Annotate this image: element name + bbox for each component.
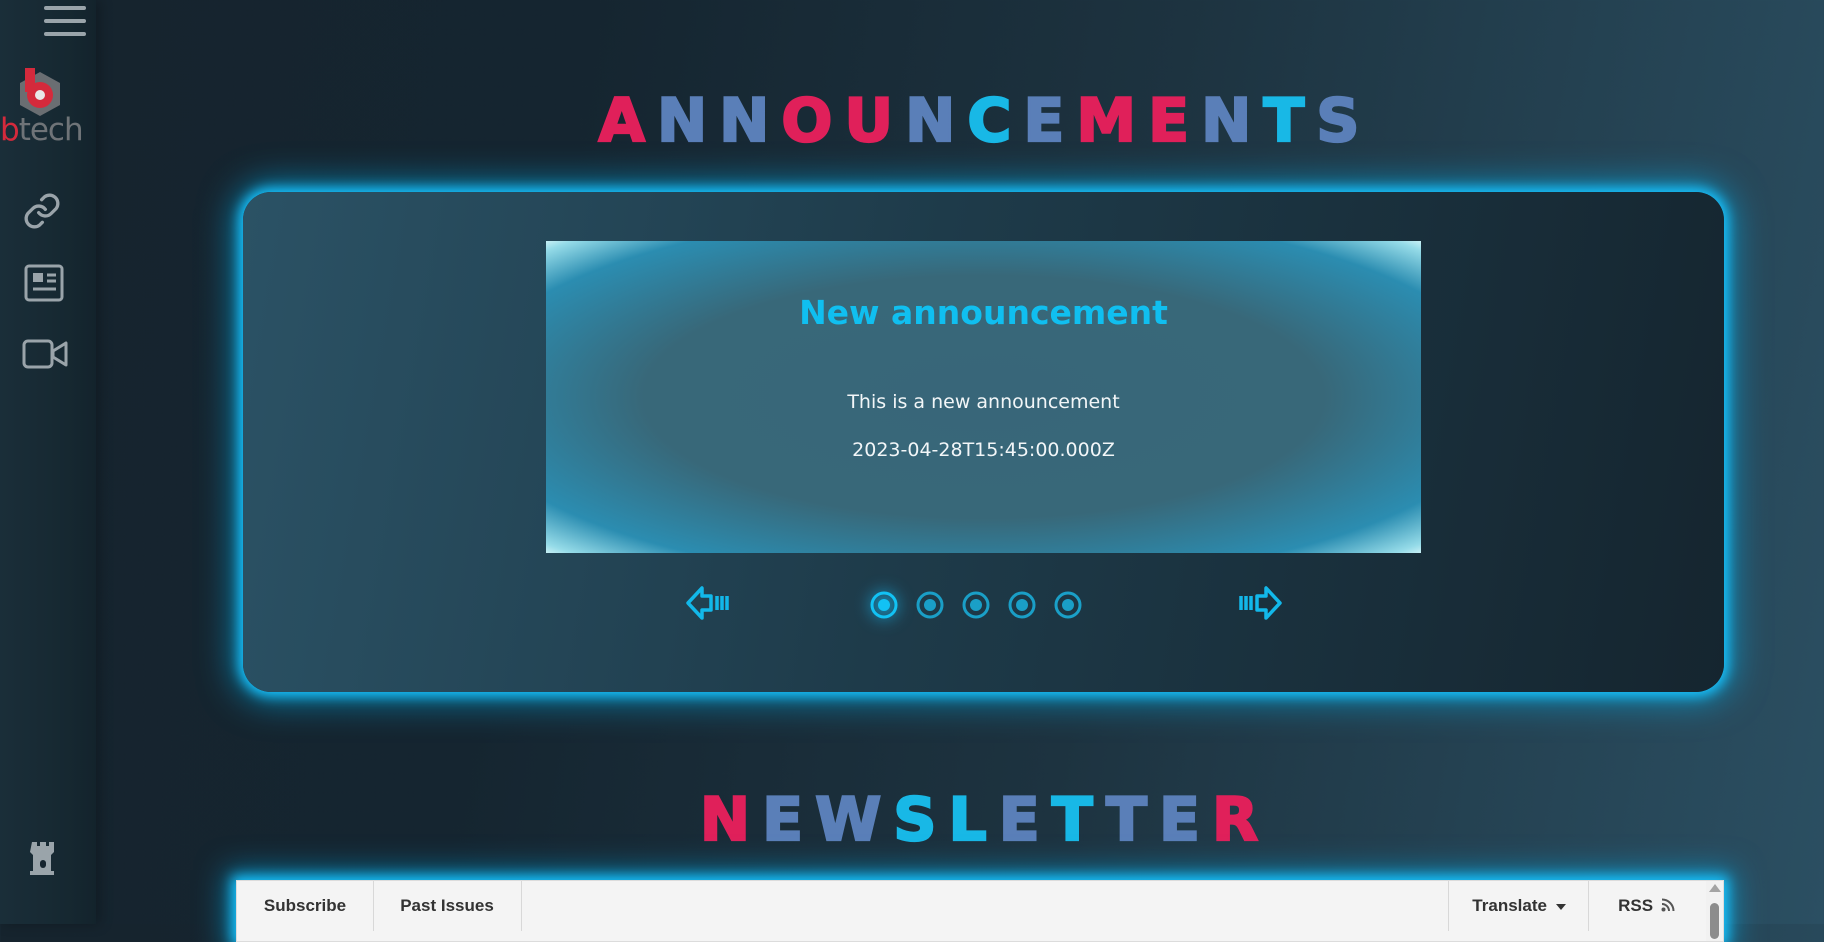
title-letter: N — [699, 784, 763, 856]
title-letter: O — [780, 85, 845, 157]
title-letter: N — [1200, 85, 1264, 157]
carousel-dot[interactable] — [915, 590, 945, 620]
carousel-dot[interactable] — [961, 590, 991, 620]
title-letter: N — [656, 85, 720, 157]
announcement-body: This is a new announcement — [847, 391, 1120, 413]
title-letter: W — [814, 784, 894, 856]
rss-label: RSS — [1618, 896, 1654, 915]
announcement-card: New announcement This is a new announcem… — [546, 241, 1421, 553]
announcements-title: ANNOUNCEMENTS — [0, 85, 1824, 157]
newsletter-embed: Subscribe Past Issues Translate RSS — [236, 880, 1724, 942]
title-letter: T — [1262, 85, 1317, 157]
next-arrow-icon[interactable] — [1237, 583, 1283, 623]
title-letter: L — [947, 784, 999, 856]
title-letter: N — [904, 85, 968, 157]
title-letter: R — [1211, 784, 1271, 856]
newsletter-title: NEWSLETTER — [0, 784, 1824, 856]
title-letter: U — [843, 85, 906, 157]
carousel-dot[interactable] — [1007, 590, 1037, 620]
title-letter: M — [1075, 85, 1149, 157]
title-letter: A — [597, 85, 657, 157]
scroll-thumb[interactable] — [1710, 903, 1719, 939]
title-letter: C — [966, 85, 1024, 157]
carousel-dot[interactable] — [869, 590, 899, 620]
video-icon[interactable] — [22, 338, 68, 370]
carousel-dot[interactable] — [1053, 590, 1083, 620]
title-letter: T — [1105, 784, 1159, 856]
rss-icon — [1661, 898, 1675, 912]
title-letter: S — [892, 784, 949, 856]
scrollbar[interactable] — [1706, 881, 1723, 941]
menu-icon[interactable] — [40, 2, 90, 44]
title-letter: E — [1022, 85, 1077, 157]
title-letter: S — [1315, 85, 1372, 157]
title-letter: N — [718, 85, 782, 157]
title-letter: T — [1051, 784, 1107, 856]
title-letter: E — [1147, 85, 1202, 157]
title-letter: E — [1158, 784, 1212, 856]
announcement-heading: New announcement — [799, 293, 1168, 332]
scroll-up-arrow-icon[interactable] — [1709, 884, 1721, 892]
link-icon[interactable] — [22, 191, 62, 231]
announcement-date: 2023-04-28T15:45:00.000Z — [852, 439, 1115, 461]
previous-arrow-icon[interactable] — [685, 583, 731, 623]
title-letter: E — [998, 784, 1052, 856]
announcement-carousel: New announcement This is a new announcem… — [243, 192, 1724, 692]
caret-down-icon — [1555, 903, 1566, 910]
newspaper-icon[interactable] — [24, 264, 64, 302]
title-letter: E — [761, 784, 816, 856]
translate-label: Translate — [1472, 896, 1547, 915]
